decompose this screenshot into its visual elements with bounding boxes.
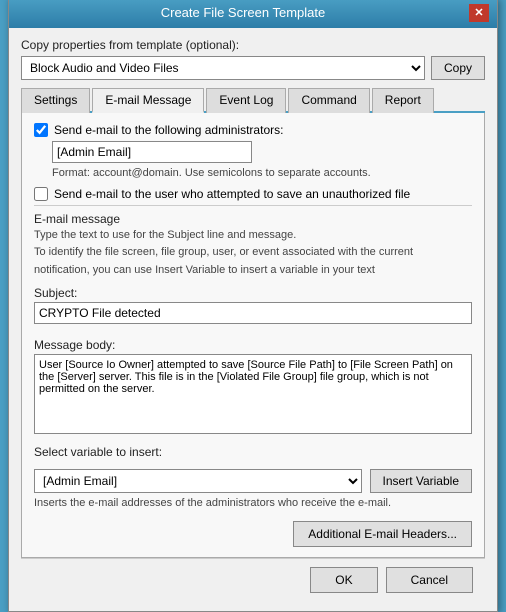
additional-headers-button[interactable]: Additional E-mail Headers... — [293, 521, 472, 547]
variable-select[interactable]: [Admin Email] — [34, 469, 362, 493]
send-user-checkbox[interactable] — [34, 187, 48, 201]
message-body-textarea[interactable] — [34, 354, 472, 434]
tabs-bar: Settings E-mail Message Event Log Comman… — [21, 86, 485, 113]
copy-row: Block Audio and Video Files Copy — [21, 56, 485, 80]
subject-input[interactable] — [34, 302, 472, 324]
create-file-screen-dialog: Create File Screen Template ✕ Copy prope… — [8, 0, 498, 612]
send-user-label: Send e-mail to the user who attempted to… — [54, 187, 410, 201]
cancel-button[interactable]: Cancel — [386, 567, 473, 593]
template-select[interactable]: Block Audio and Video Files — [21, 56, 425, 80]
email-message-label: E-mail message — [34, 212, 472, 226]
desc-line3: notification, you can use Insert Variabl… — [34, 263, 472, 278]
send-user-row: Send e-mail to the user who attempted to… — [34, 187, 472, 201]
insert-variable-button[interactable]: Insert Variable — [370, 469, 472, 493]
tab-settings[interactable]: Settings — [21, 88, 90, 113]
dialog-title: Create File Screen Template — [17, 5, 469, 20]
dialog-body: Copy properties from template (optional)… — [9, 28, 497, 611]
send-admin-checkbox[interactable] — [34, 123, 48, 137]
tab-report[interactable]: Report — [372, 88, 434, 113]
variable-hint: Inserts the e-mail addresses of the admi… — [34, 497, 472, 509]
title-bar: Create File Screen Template ✕ — [9, 0, 497, 28]
variable-input-row: [Admin Email] Insert Variable — [34, 469, 472, 493]
variable-label: Select variable to insert: — [34, 445, 162, 459]
dialog-footer: OK Cancel — [21, 558, 485, 601]
tab-email[interactable]: E-mail Message — [92, 88, 204, 113]
send-admin-row: Send e-mail to the following administrat… — [34, 123, 472, 137]
ok-button[interactable]: OK — [310, 567, 377, 593]
desc-line1: Type the text to use for the Subject lin… — [34, 228, 472, 243]
format-hint: Format: account@domain. Use semicolons t… — [52, 167, 472, 179]
subject-label: Subject: — [34, 286, 472, 300]
bottom-area: Additional E-mail Headers... — [34, 521, 472, 547]
tab-event-log[interactable]: Event Log — [206, 88, 286, 113]
send-admin-label: Send e-mail to the following administrat… — [54, 123, 283, 137]
tab-content-email: Send e-mail to the following administrat… — [21, 113, 485, 558]
tab-command[interactable]: Command — [288, 88, 369, 113]
desc-line2: To identify the file screen, file group,… — [34, 245, 472, 260]
copy-button[interactable]: Copy — [431, 56, 485, 80]
variable-row: Select variable to insert: — [34, 445, 472, 461]
admin-email-input[interactable] — [52, 141, 252, 163]
message-label: Message body: — [34, 338, 472, 352]
copy-label: Copy properties from template (optional)… — [21, 38, 485, 52]
close-button[interactable]: ✕ — [469, 4, 489, 22]
